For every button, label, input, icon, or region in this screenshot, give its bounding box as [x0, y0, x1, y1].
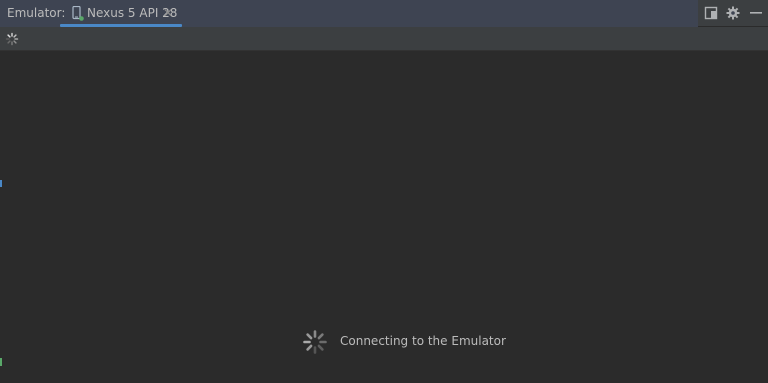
loading-spinner-icon: [303, 330, 327, 354]
close-icon[interactable]: ✕: [163, 6, 173, 20]
tab-nexus-5-api-28[interactable]: Nexus 5 API 28 ✕: [60, 0, 182, 27]
emulator-tool-window: Emulator: Nexus 5 API 28 ✕ Connecting to…: [0, 0, 768, 383]
emulator-display-area: Connecting to the Emulator: [0, 51, 768, 383]
status-message: Connecting to the Emulator: [340, 334, 506, 348]
left-edge-marker: [0, 180, 2, 187]
device-phone-icon: [72, 6, 84, 21]
loading-spinner-icon: [5, 32, 19, 46]
emulator-toolbar: [0, 27, 768, 51]
gear-icon[interactable]: [726, 6, 740, 20]
panel-title: Emulator:: [7, 6, 66, 20]
layout-icon[interactable]: [704, 6, 718, 20]
minimize-icon[interactable]: [749, 6, 763, 20]
connection-status: Connecting to the Emulator: [302, 329, 506, 355]
left-edge-marker: [0, 358, 2, 366]
tab-strip: Emulator: Nexus 5 API 28 ✕: [0, 0, 768, 27]
window-actions: [698, 0, 768, 27]
